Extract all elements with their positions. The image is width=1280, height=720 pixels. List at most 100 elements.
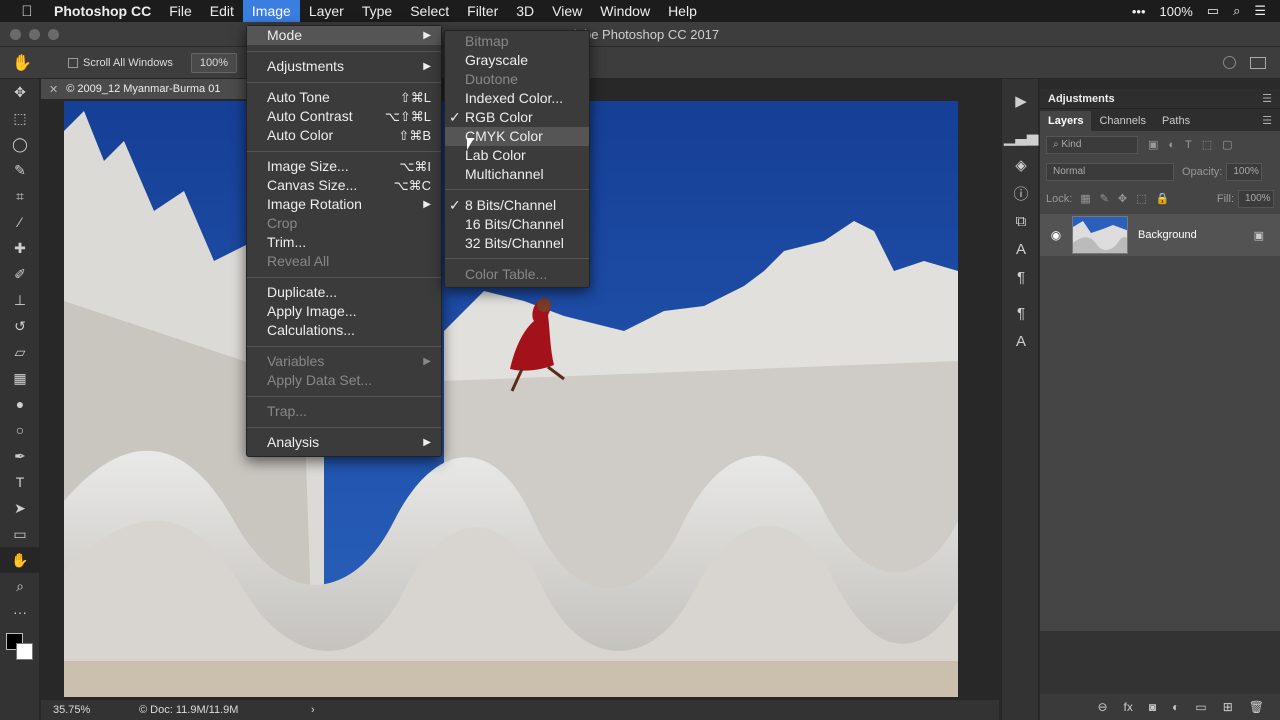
list-icon[interactable]: ☰ bbox=[1254, 3, 1266, 19]
hand-tool-icon[interactable]: ✋ bbox=[0, 547, 40, 573]
battery-icon[interactable]: ▭ bbox=[1207, 3, 1219, 19]
zoom-level[interactable]: 35.75% bbox=[41, 704, 121, 716]
stamp-tool-icon[interactable]: ⊥ bbox=[0, 287, 40, 313]
menu-item-mode[interactable]: Mode ▶ bbox=[247, 26, 441, 45]
layer-row-background[interactable]: ◉ Background ▣ bbox=[1040, 214, 1280, 256]
info-icon[interactable]: ⓘ bbox=[1002, 179, 1040, 207]
zoom-100-button[interactable]: 100% bbox=[190, 52, 237, 73]
mode-item-16-bits[interactable]: 16 Bits/Channel bbox=[445, 215, 589, 234]
menu-item-calculations[interactable]: Calculations... bbox=[247, 321, 441, 340]
paragraph-icon[interactable]: ¶ bbox=[1002, 263, 1040, 291]
close-document-icon[interactable]: ✕ bbox=[49, 83, 58, 96]
menu-filter[interactable]: Filter bbox=[458, 0, 507, 22]
search-icon[interactable] bbox=[1223, 56, 1236, 69]
brush-tool-icon[interactable]: ✐ bbox=[0, 261, 40, 287]
document-tab[interactable]: ✕ © 2009_12 Myanmar-Burma 01 bbox=[41, 79, 261, 99]
new-group-icon[interactable]: ▭ bbox=[1195, 700, 1206, 714]
menu-item-apply-image[interactable]: Apply Image... bbox=[247, 302, 441, 321]
menu-edit[interactable]: Edit bbox=[201, 0, 243, 22]
lock-icon[interactable]: ▣ bbox=[1254, 229, 1264, 242]
layers-menu-icon[interactable]: ☰ bbox=[1262, 114, 1272, 131]
zoom-tool-icon[interactable]: ⌕ bbox=[0, 573, 40, 599]
menu-view[interactable]: View bbox=[543, 0, 591, 22]
fx-icon[interactable]: fx bbox=[1124, 700, 1133, 714]
menu-item-duplicate[interactable]: Duplicate... bbox=[247, 283, 441, 302]
lasso-tool-icon[interactable]: ◯ bbox=[0, 131, 40, 157]
menu-item-image-size[interactable]: Image Size... ⌥⌘I bbox=[247, 157, 441, 176]
tab-layers[interactable]: Layers bbox=[1040, 111, 1092, 131]
mode-item-multichannel[interactable]: Multichannel bbox=[445, 165, 589, 184]
menu-image[interactable]: Image bbox=[242, 0, 300, 22]
blur-tool-icon[interactable]: ● bbox=[0, 391, 40, 417]
menu-item-trim[interactable]: Trim... bbox=[247, 233, 441, 252]
menu-layer[interactable]: Layer bbox=[300, 0, 353, 22]
menu-item-auto-tone[interactable]: Auto Tone ⇧⌘L bbox=[247, 88, 441, 107]
history-brush-tool-icon[interactable]: ↺ bbox=[0, 313, 40, 339]
menu-app[interactable]: Photoshop CC bbox=[54, 0, 160, 22]
menu-file[interactable]: File bbox=[160, 0, 201, 22]
menu-window[interactable]: Window bbox=[591, 0, 659, 22]
menu-item-auto-color[interactable]: Auto Color ⇧⌘B bbox=[247, 126, 441, 145]
add-mask-icon[interactable]: ◙ bbox=[1149, 700, 1156, 714]
eraser-tool-icon[interactable]: ▱ bbox=[0, 339, 40, 365]
opacity-input[interactable]: 100% bbox=[1226, 162, 1263, 181]
eye-icon[interactable]: ◉ bbox=[1040, 228, 1072, 242]
background-color[interactable] bbox=[16, 643, 33, 660]
mode-item-32-bits[interactable]: 32 Bits/Channel bbox=[445, 234, 589, 253]
character-styles-icon[interactable]: A bbox=[1002, 327, 1040, 355]
pen-tool-icon[interactable]: ✒ bbox=[0, 443, 40, 469]
more-icon[interactable]: ••• bbox=[1132, 4, 1146, 19]
adjustment-layer-icon[interactable]: ◐ bbox=[1172, 700, 1179, 714]
shape-tool-icon[interactable]: ▭ bbox=[0, 521, 40, 547]
workspace-icon[interactable] bbox=[1250, 56, 1266, 69]
gradient-tool-icon[interactable]: ▦ bbox=[0, 365, 40, 391]
move-tool-icon[interactable]: ✥ bbox=[0, 79, 40, 105]
dodge-tool-icon[interactable]: ○ bbox=[0, 417, 40, 443]
healing-tool-icon[interactable]: ✚ bbox=[0, 235, 40, 261]
crop-tool-icon[interactable]: ⌗ bbox=[0, 183, 40, 209]
filter-icons[interactable]: ▣◐T⬚▢ bbox=[1148, 138, 1243, 151]
menu-3d[interactable]: 3D bbox=[507, 0, 543, 22]
3d-icon[interactable]: ◈ bbox=[1002, 151, 1040, 179]
brush-settings-icon[interactable]: ⧉ bbox=[1002, 207, 1040, 235]
panel-menu-icon[interactable]: ☰ bbox=[1262, 92, 1272, 105]
tab-channels[interactable]: Channels bbox=[1091, 111, 1153, 131]
blend-mode-select[interactable]: Normal bbox=[1046, 162, 1174, 181]
path-select-tool-icon[interactable]: ➤ bbox=[0, 495, 40, 521]
mode-item-8-bits[interactable]: ✓ 8 Bits/Channel bbox=[445, 196, 589, 215]
menu-item-auto-contrast[interactable]: Auto Contrast ⌥⇧⌘L bbox=[247, 107, 441, 126]
new-layer-icon[interactable]: ⊞ bbox=[1223, 700, 1233, 714]
lock-icons[interactable]: ▦✎✥⬚🔒 bbox=[1080, 192, 1178, 205]
paragraph-styles-icon[interactable]: ¶ bbox=[1002, 299, 1040, 327]
menu-item-image-rotation[interactable]: Image Rotation ▶ bbox=[247, 195, 441, 214]
menu-type[interactable]: Type bbox=[353, 0, 401, 22]
mode-item-grayscale[interactable]: Grayscale bbox=[445, 51, 589, 70]
color-swatches[interactable] bbox=[6, 633, 34, 660]
scroll-all-windows-checkbox[interactable]: Scroll All Windows bbox=[68, 57, 173, 69]
tab-paths[interactable]: Paths bbox=[1154, 111, 1198, 131]
search-icon[interactable]: ⌕ bbox=[1233, 3, 1240, 19]
menu-help[interactable]: Help bbox=[659, 0, 706, 22]
menu-select[interactable]: Select bbox=[401, 0, 458, 22]
play-icon[interactable]: ▶ bbox=[1002, 87, 1040, 115]
histogram-icon[interactable]: ▁▃▅ bbox=[1002, 123, 1040, 151]
type-tool-icon[interactable]: T bbox=[0, 469, 40, 495]
marquee-tool-icon[interactable]: ⬚ bbox=[0, 105, 40, 131]
hand-tool-preset-icon[interactable]: ✋ bbox=[0, 53, 44, 73]
mode-item-rgb-color[interactable]: ✓ RGB Color bbox=[445, 108, 589, 127]
apple-icon[interactable]:  bbox=[0, 3, 54, 20]
quick-select-tool-icon[interactable]: ✎ bbox=[0, 157, 40, 183]
eyedropper-tool-icon[interactable]: ⁄ bbox=[0, 209, 40, 235]
kind-filter[interactable]: ⌕ Kind bbox=[1046, 135, 1138, 154]
fill-input[interactable]: 100% bbox=[1238, 189, 1274, 208]
mode-item-indexed-color[interactable]: Indexed Color... bbox=[445, 89, 589, 108]
adjustments-tab[interactable]: Adjustments ☰ bbox=[1040, 89, 1280, 109]
menu-item-adjustments[interactable]: Adjustments ▶ bbox=[247, 57, 441, 76]
character-icon[interactable]: A bbox=[1002, 235, 1040, 263]
status-arrow-icon[interactable]: › bbox=[271, 704, 315, 716]
more-tools-icon[interactable]: ··· bbox=[0, 599, 40, 625]
link-layers-icon[interactable]: ⊖ bbox=[1097, 700, 1107, 714]
trash-icon[interactable]: 🗑 bbox=[1249, 700, 1264, 714]
menu-item-analysis[interactable]: Analysis ▶ bbox=[247, 433, 441, 452]
menu-item-canvas-size[interactable]: Canvas Size... ⌥⌘C bbox=[247, 176, 441, 195]
